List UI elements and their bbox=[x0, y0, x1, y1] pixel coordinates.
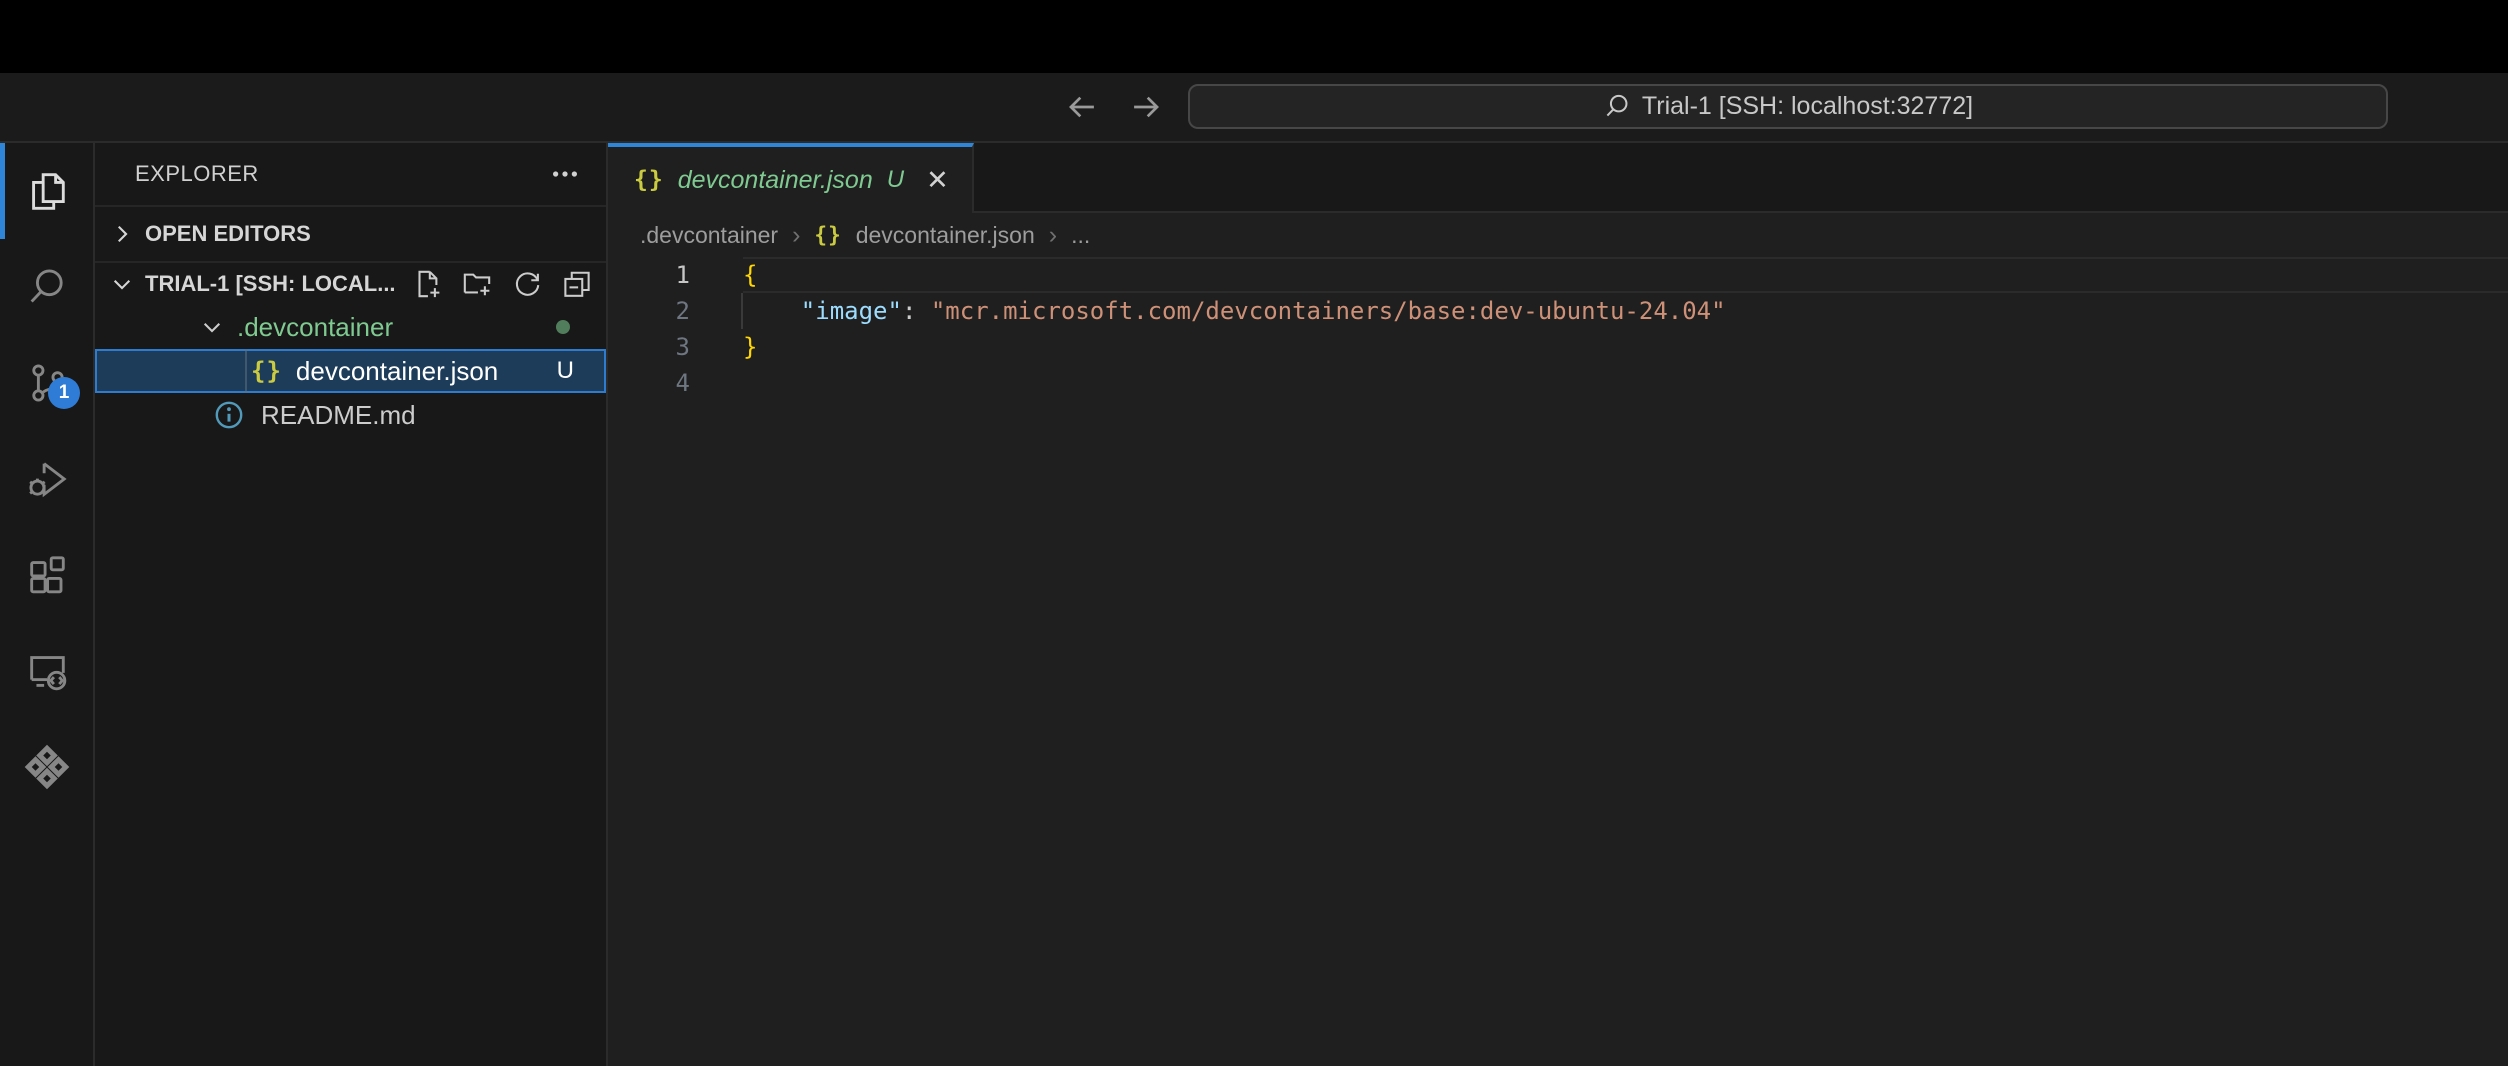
activity-bar: 1 bbox=[0, 143, 95, 1066]
chevron-right-icon: › bbox=[792, 221, 800, 250]
open-editors-section[interactable]: OPEN EDITORS bbox=[95, 205, 606, 261]
sidebar-title: EXPLORER bbox=[135, 161, 259, 187]
folder-name: .devcontainer bbox=[237, 312, 393, 343]
line-number: 2 bbox=[608, 293, 690, 329]
search-icon bbox=[1603, 93, 1630, 120]
workspace-label: TRIAL-1 [SSH: LOCAL... bbox=[145, 271, 396, 297]
file-name: README.md bbox=[261, 400, 416, 431]
navigate-forward-icon[interactable] bbox=[1124, 85, 1168, 129]
code-token-separator: : bbox=[902, 297, 931, 325]
close-icon[interactable]: ✕ bbox=[926, 167, 949, 194]
explorer-sidebar: EXPLORER OPEN EDITORS TRIAL-1 [SSH: LOCA… bbox=[95, 143, 608, 1066]
titlebar: Trial-1 [SSH: localhost:32772] bbox=[0, 73, 2508, 143]
json-file-icon: {} bbox=[814, 223, 841, 247]
code-token: { bbox=[743, 261, 757, 289]
code-editor[interactable]: 1 { 2 "image": "mcr.microsoft.com/devcon… bbox=[608, 257, 2508, 401]
new-file-icon[interactable] bbox=[412, 269, 442, 299]
code-token: } bbox=[743, 333, 757, 361]
tree-indent-guide bbox=[245, 349, 247, 393]
git-untracked-badge: U bbox=[557, 357, 574, 385]
tab-label: devcontainer.json bbox=[678, 166, 873, 195]
code-indent bbox=[743, 297, 801, 325]
json-file-icon: {} bbox=[634, 167, 664, 193]
tab-untracked-badge: U bbox=[887, 166, 904, 194]
containers-extension-icon[interactable] bbox=[0, 719, 93, 815]
workspace-section[interactable]: TRIAL-1 [SSH: LOCAL... bbox=[95, 261, 606, 305]
breadcrumb-symbol[interactable]: ... bbox=[1071, 222, 1090, 249]
json-file-icon: {} bbox=[251, 357, 282, 385]
code-token-key: "image" bbox=[801, 297, 902, 325]
chevron-right-icon bbox=[109, 221, 135, 247]
tree-item-devcontainer-json[interactable]: {} devcontainer.json U bbox=[95, 349, 606, 393]
tree-item-devcontainer-folder[interactable]: .devcontainer bbox=[95, 305, 606, 349]
source-control-icon[interactable]: 1 bbox=[0, 335, 93, 431]
navigate-back-icon[interactable] bbox=[1060, 85, 1104, 129]
code-line-2: 2 "image": "mcr.microsoft.com/devcontain… bbox=[608, 293, 2508, 329]
code-line-3: 3 } bbox=[608, 329, 2508, 365]
breadcrumb-file[interactable]: devcontainer.json bbox=[856, 222, 1035, 249]
command-center[interactable]: Trial-1 [SSH: localhost:32772] bbox=[1188, 84, 2388, 129]
refresh-icon[interactable] bbox=[512, 269, 542, 299]
line-number: 3 bbox=[608, 329, 690, 365]
new-folder-icon[interactable] bbox=[462, 269, 492, 299]
system-top-strip bbox=[0, 0, 2508, 73]
editor-group: {} devcontainer.json U ✕ .devcontainer ›… bbox=[608, 143, 2508, 1066]
code-token-string: "mcr.microsoft.com/devcontainers/base:de… bbox=[931, 297, 1726, 325]
line-number: 1 bbox=[608, 257, 690, 293]
breadcrumb-folder[interactable]: .devcontainer bbox=[640, 222, 778, 249]
breadcrumb: .devcontainer › {} devcontainer.json › .… bbox=[608, 213, 2508, 257]
git-changes-dot bbox=[556, 320, 570, 334]
line-number: 4 bbox=[608, 365, 690, 401]
explorer-icon[interactable] bbox=[0, 143, 93, 239]
code-line-1: 1 { bbox=[608, 257, 2508, 293]
search-view-icon[interactable] bbox=[0, 239, 93, 335]
chevron-down-icon bbox=[199, 314, 225, 340]
tab-strip: {} devcontainer.json U ✕ bbox=[608, 143, 2508, 213]
scm-badge: 1 bbox=[48, 377, 80, 409]
open-editors-label: OPEN EDITORS bbox=[145, 221, 311, 247]
chevron-right-icon: › bbox=[1049, 221, 1057, 250]
collapse-all-icon[interactable] bbox=[562, 269, 592, 299]
tab-devcontainer-json[interactable]: {} devcontainer.json U ✕ bbox=[608, 143, 974, 213]
run-debug-icon[interactable] bbox=[0, 431, 93, 527]
code-line-4: 4 bbox=[608, 365, 2508, 401]
more-actions-icon[interactable] bbox=[550, 159, 580, 189]
tree-item-readme[interactable]: README.md bbox=[95, 393, 606, 437]
info-markdown-icon bbox=[213, 399, 245, 431]
chevron-down-icon bbox=[109, 271, 135, 297]
file-name: devcontainer.json bbox=[296, 356, 498, 387]
window-title: Trial-1 [SSH: localhost:32772] bbox=[1642, 92, 1973, 121]
remote-explorer-icon[interactable] bbox=[0, 623, 93, 719]
extensions-icon[interactable] bbox=[0, 527, 93, 623]
